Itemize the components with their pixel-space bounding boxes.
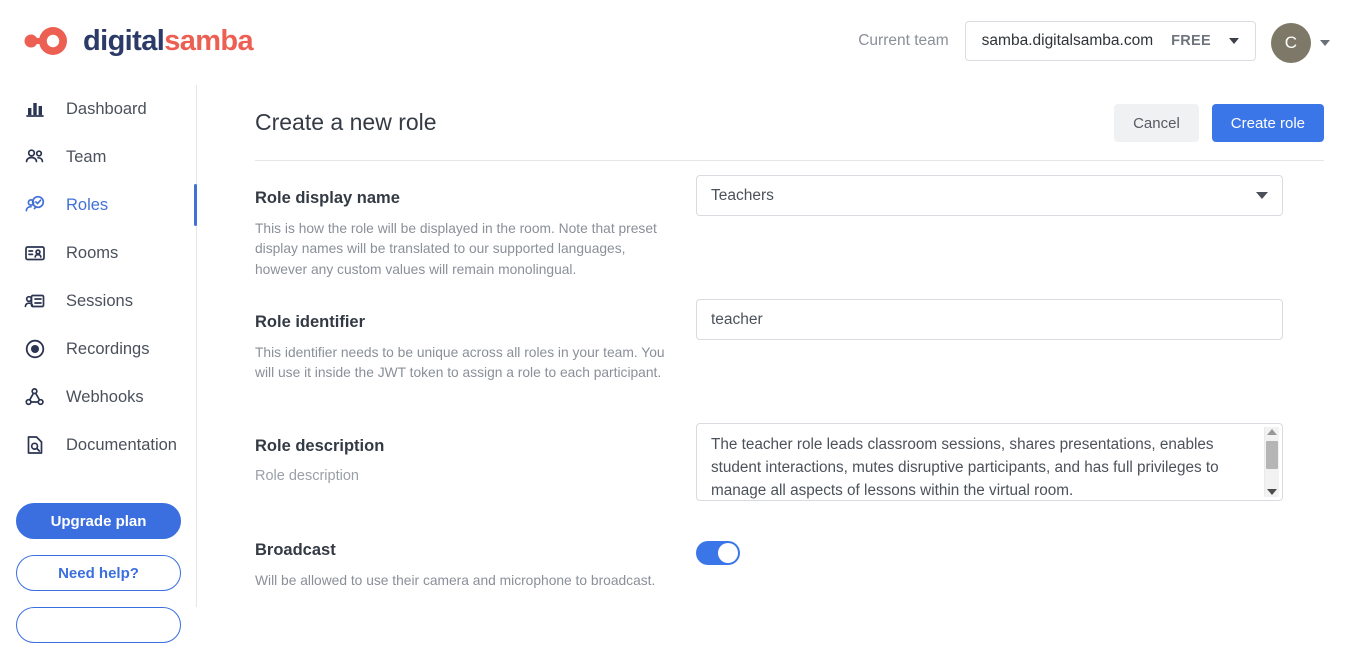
- field-control-col: [696, 541, 1283, 565]
- page-actions: Cancel Create role: [1114, 104, 1324, 142]
- sidebar-item-label: Documentation: [66, 436, 177, 455]
- sidebar-item-label: Roles: [66, 196, 108, 215]
- logo-word-digital: digital: [83, 25, 164, 57]
- sidebar-item-roles[interactable]: Roles: [0, 181, 196, 229]
- field-label: Role description: [255, 437, 675, 457]
- sidebar-item-documentation[interactable]: Documentation: [0, 421, 196, 469]
- sidebar-item-sessions[interactable]: Sessions: [0, 277, 196, 325]
- brand-logo[interactable]: digitalsamba: [22, 22, 253, 60]
- sidebar-item-label: Sessions: [66, 292, 133, 311]
- team-selector[interactable]: samba.digitalsamba.com FREE: [965, 21, 1256, 61]
- field-role-identifier: Role identifier This identifier needs to…: [255, 299, 1324, 423]
- user-menu[interactable]: C: [1271, 23, 1330, 63]
- chevron-down-icon[interactable]: [1229, 38, 1239, 44]
- sidebar: Dashboard Team Roles: [0, 85, 197, 607]
- avatar[interactable]: C: [1271, 23, 1311, 63]
- page-title: Create a new role: [255, 109, 437, 136]
- role-description-textarea[interactable]: The teacher role leads classroom session…: [696, 423, 1283, 501]
- field-label-col: Role identifier This identifier needs to…: [255, 313, 675, 384]
- main-content: Create a new role Cancel Create role Rol…: [197, 85, 1348, 607]
- sidebar-item-team[interactable]: Team: [0, 133, 196, 181]
- sidebar-item-label: Team: [66, 148, 106, 167]
- field-label-col: Role description Role description: [255, 437, 675, 484]
- current-team-area: Current team samba.digitalsamba.com FREE: [858, 21, 1256, 61]
- sidebar-item-webhooks[interactable]: Webhooks: [0, 373, 196, 421]
- field-label: Broadcast: [255, 541, 675, 561]
- sidebar-item-label: Rooms: [66, 244, 118, 263]
- toggle-knob: [718, 543, 738, 563]
- sidebar-secondary-button[interactable]: [16, 607, 181, 643]
- sidebar-item-label: Dashboard: [66, 100, 147, 119]
- field-label: Role display name: [255, 189, 675, 209]
- top-bar: digitalsamba Current team samba.digitals…: [0, 0, 1348, 85]
- id-card-icon: [22, 240, 48, 266]
- field-sub-label: Role description: [255, 468, 675, 484]
- header-divider: [255, 160, 1324, 161]
- scrollbar-thumb[interactable]: [1266, 441, 1278, 469]
- sidebar-item-recordings[interactable]: Recordings: [0, 325, 196, 373]
- users-icon: [22, 144, 48, 170]
- cancel-button[interactable]: Cancel: [1114, 104, 1199, 142]
- page-header: Create a new role Cancel Create role: [197, 85, 1348, 160]
- role-description-value: The teacher role leads classroom session…: [711, 434, 1248, 501]
- sidebar-item-dashboard[interactable]: Dashboard: [0, 85, 196, 133]
- upgrade-plan-button[interactable]: Upgrade plan: [16, 503, 181, 539]
- user-list-icon: [22, 288, 48, 314]
- scroll-down-arrow-icon[interactable]: [1267, 489, 1277, 495]
- sidebar-item-rooms[interactable]: Rooms: [0, 229, 196, 277]
- sidebar-actions: Upgrade plan Need help?: [16, 503, 181, 659]
- scroll-up-arrow-icon[interactable]: [1267, 429, 1277, 435]
- field-broadcast: Broadcast Will be allowed to use their c…: [255, 541, 1324, 621]
- bar-chart-icon: [22, 96, 48, 122]
- create-role-button[interactable]: Create role: [1212, 104, 1324, 142]
- field-role-description: Role description Role description The te…: [255, 423, 1324, 541]
- field-help-text: This identifier needs to be unique acros…: [255, 343, 675, 384]
- chevron-down-icon[interactable]: [1256, 192, 1268, 199]
- display-name-select[interactable]: Teachers: [696, 175, 1283, 216]
- record-circle-icon: [22, 336, 48, 362]
- display-name-value: Teachers: [711, 187, 774, 205]
- user-check-icon: [22, 192, 48, 218]
- textarea-scrollbar[interactable]: [1264, 427, 1279, 497]
- field-help-text: Will be allowed to use their camera and …: [255, 571, 675, 592]
- digitalsamba-logo-icon: [22, 22, 74, 60]
- field-label-col: Broadcast Will be allowed to use their c…: [255, 541, 675, 591]
- document-search-icon: [22, 432, 48, 458]
- webhook-icon: [22, 384, 48, 410]
- need-help-button[interactable]: Need help?: [16, 555, 181, 591]
- broadcast-toggle[interactable]: [696, 541, 740, 565]
- team-plan-badge: FREE: [1171, 33, 1211, 49]
- field-control-col: The teacher role leads classroom session…: [696, 423, 1283, 501]
- field-help-text: This is how the role will be displayed i…: [255, 219, 675, 281]
- create-role-form: Role display name This is how the role w…: [255, 175, 1324, 621]
- field-label-col: Role display name This is how the role w…: [255, 189, 675, 281]
- sidebar-item-label: Webhooks: [66, 388, 144, 407]
- field-display-name: Role display name This is how the role w…: [255, 175, 1324, 299]
- field-control-col: Teachers: [696, 175, 1283, 216]
- current-team-label: Current team: [858, 32, 948, 50]
- field-label: Role identifier: [255, 313, 675, 333]
- field-control-col: [696, 299, 1283, 340]
- chevron-down-icon[interactable]: [1320, 40, 1330, 46]
- team-domain: samba.digitalsamba.com: [982, 32, 1153, 50]
- logo-wordmark: digitalsamba: [83, 27, 253, 56]
- role-identifier-input[interactable]: [696, 299, 1283, 340]
- logo-word-samba: samba: [164, 25, 253, 57]
- sidebar-item-label: Recordings: [66, 340, 149, 359]
